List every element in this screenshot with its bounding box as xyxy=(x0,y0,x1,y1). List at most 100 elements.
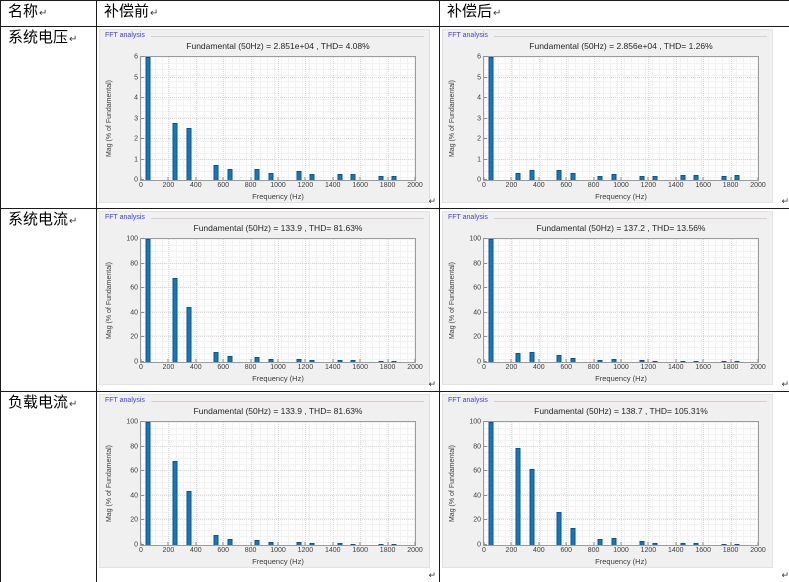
x-tick xyxy=(648,177,649,180)
x-axis-label: Frequency (Hz) xyxy=(483,192,759,201)
harmonic-bar xyxy=(488,422,493,545)
x-tick-label: 1000 xyxy=(270,547,286,554)
fft-panel-header: FFT analysis xyxy=(105,32,424,40)
x-tick-label: 1800 xyxy=(723,547,739,554)
x-tick xyxy=(703,359,704,362)
harmonic-bar xyxy=(653,176,658,180)
y-tick-label: 4 xyxy=(477,95,481,102)
y-gridline xyxy=(141,287,415,288)
x-tick-label: 600 xyxy=(560,182,572,189)
chart-title: Fundamental (50Hz) = 137.2 , THD= 13.56% xyxy=(483,223,759,233)
y-tick xyxy=(484,77,487,78)
x-gridline xyxy=(360,57,361,180)
y-tick-label: 20 xyxy=(473,334,481,341)
x-tick-label: 1200 xyxy=(641,182,657,189)
plot-area: 0200400600800100012001400160018002000012… xyxy=(140,56,416,181)
x-tick-label: 1800 xyxy=(380,547,396,554)
x-tick-label: 1600 xyxy=(695,547,711,554)
harmonic-bar xyxy=(228,539,233,545)
y-tick-label: 100 xyxy=(469,419,481,426)
x-tick xyxy=(223,177,224,180)
paragraph-mark: ↵ xyxy=(428,380,436,390)
x-gridline xyxy=(388,57,389,180)
y-tick-label: 60 xyxy=(130,285,138,292)
y-tick xyxy=(141,421,144,422)
x-tick-label: 1200 xyxy=(641,364,657,371)
y-tick-label: 40 xyxy=(473,492,481,499)
paragraph-mark: ↵ xyxy=(781,197,789,207)
harmonic-bar xyxy=(310,360,315,362)
x-gridline xyxy=(703,422,704,545)
harmonic-bar xyxy=(639,176,644,180)
y-axis-label: Mag (% of Fundamental) xyxy=(103,56,117,181)
x-gridline xyxy=(566,57,567,180)
harmonic-bar xyxy=(571,173,576,180)
fft-analysis-label: FFT analysis xyxy=(105,397,145,405)
harmonic-bar xyxy=(269,173,274,180)
label-cell-system-current: 系统电流↵ xyxy=(1,209,97,392)
x-tick-label: 1400 xyxy=(325,182,341,189)
x-tick xyxy=(360,542,361,545)
harmonic-bar xyxy=(571,528,576,545)
harmonic-bar xyxy=(516,353,521,362)
x-tick xyxy=(387,359,388,362)
fft-analysis-label: FFT analysis xyxy=(448,397,488,405)
x-gridline xyxy=(539,422,540,545)
paragraph-mark: ↵ xyxy=(428,197,436,207)
x-gridline xyxy=(251,422,252,545)
y-gridline xyxy=(141,495,415,496)
x-tick xyxy=(223,359,224,362)
x-tick-label: 800 xyxy=(588,182,600,189)
y-tick xyxy=(484,544,487,545)
x-tick xyxy=(730,542,731,545)
harmonic-bar xyxy=(296,542,301,545)
x-axis-label: Frequency (Hz) xyxy=(140,557,416,566)
x-tick-label: 600 xyxy=(217,547,229,554)
y-tick-label: 5 xyxy=(477,74,481,81)
x-tick-label: 1600 xyxy=(352,182,368,189)
x-tick-label: 400 xyxy=(190,182,202,189)
x-tick xyxy=(675,359,676,362)
y-tick-label: 40 xyxy=(130,492,138,499)
harmonic-bar xyxy=(269,359,274,362)
x-gridline xyxy=(731,422,732,545)
x-tick-label: 0 xyxy=(482,182,486,189)
x-tick xyxy=(730,177,731,180)
harmonic-bar xyxy=(529,352,534,362)
x-gridline xyxy=(278,239,279,362)
harmonic-bar xyxy=(337,360,342,362)
x-tick-label: 1400 xyxy=(325,547,341,554)
fft-analysis-label: FFT analysis xyxy=(448,214,488,222)
y-axis-label: Mag (% of Fundamental) xyxy=(446,56,460,181)
harmonic-bar xyxy=(598,176,603,181)
y-tick-label: 0 xyxy=(477,542,481,549)
x-gridline xyxy=(511,422,512,545)
x-tick-label: 1000 xyxy=(613,182,629,189)
y-tick xyxy=(141,179,144,180)
harmonic-bar xyxy=(351,174,356,180)
y-tick-label: 80 xyxy=(473,260,481,267)
y-tick xyxy=(141,470,144,471)
y-gridline xyxy=(141,118,415,119)
x-gridline xyxy=(511,239,512,362)
x-tick-label: 1800 xyxy=(380,364,396,371)
harmonic-bar xyxy=(571,358,576,362)
chart-title: Fundamental (50Hz) = 2.851e+04 , THD= 4.… xyxy=(140,41,416,51)
x-tick xyxy=(278,542,279,545)
x-tick xyxy=(360,177,361,180)
fft-panel-header: FFT analysis xyxy=(105,214,424,222)
x-tick-label: 0 xyxy=(139,182,143,189)
x-tick xyxy=(566,177,567,180)
x-tick xyxy=(305,359,306,362)
y-tick xyxy=(141,238,144,239)
x-gridline xyxy=(676,422,677,545)
x-gridline xyxy=(676,239,677,362)
y-tick-label: 6 xyxy=(477,54,481,61)
x-tick-label: 1600 xyxy=(695,364,711,371)
harmonic-bar xyxy=(653,543,658,545)
y-tick xyxy=(141,287,144,288)
y-tick-label: 2 xyxy=(134,136,138,143)
x-tick xyxy=(703,542,704,545)
x-tick xyxy=(511,542,512,545)
harmonic-bar xyxy=(145,57,150,180)
